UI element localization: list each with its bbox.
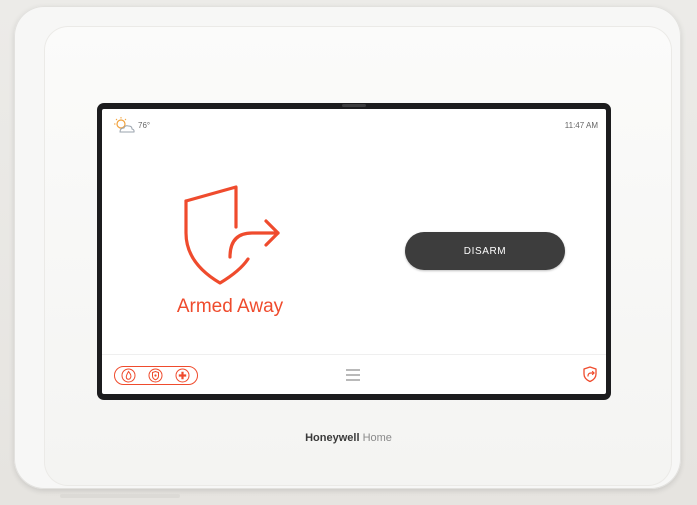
police-icon[interactable]: [148, 368, 163, 383]
temperature-readout: 76°: [138, 121, 151, 130]
security-mode-icon[interactable]: [582, 365, 598, 383]
shield-arrow-icon: [184, 185, 280, 285]
emergency-panel-button[interactable]: [114, 366, 198, 385]
hamburger-menu-icon[interactable]: [345, 368, 361, 382]
brand-subname: Home: [362, 432, 392, 444]
fire-icon[interactable]: [121, 368, 136, 383]
clock: 11:47 AM: [564, 121, 598, 130]
brand-logo: Honeywell Home: [0, 432, 697, 444]
partly-sunny-icon[interactable]: [112, 116, 136, 136]
medical-icon[interactable]: [175, 368, 190, 383]
touch-screen: 76° 11:47 AM Armed Away DISARM: [102, 109, 606, 394]
camera-notch: [342, 104, 366, 107]
brand-name: Honeywell: [305, 432, 360, 444]
device-base-strip: [60, 494, 180, 498]
security-status-label: Armed Away: [176, 296, 284, 317]
status-bar: 76° 11:47 AM: [102, 109, 606, 139]
bottom-nav-bar: [102, 354, 606, 394]
disarm-button[interactable]: DISARM: [405, 232, 565, 270]
